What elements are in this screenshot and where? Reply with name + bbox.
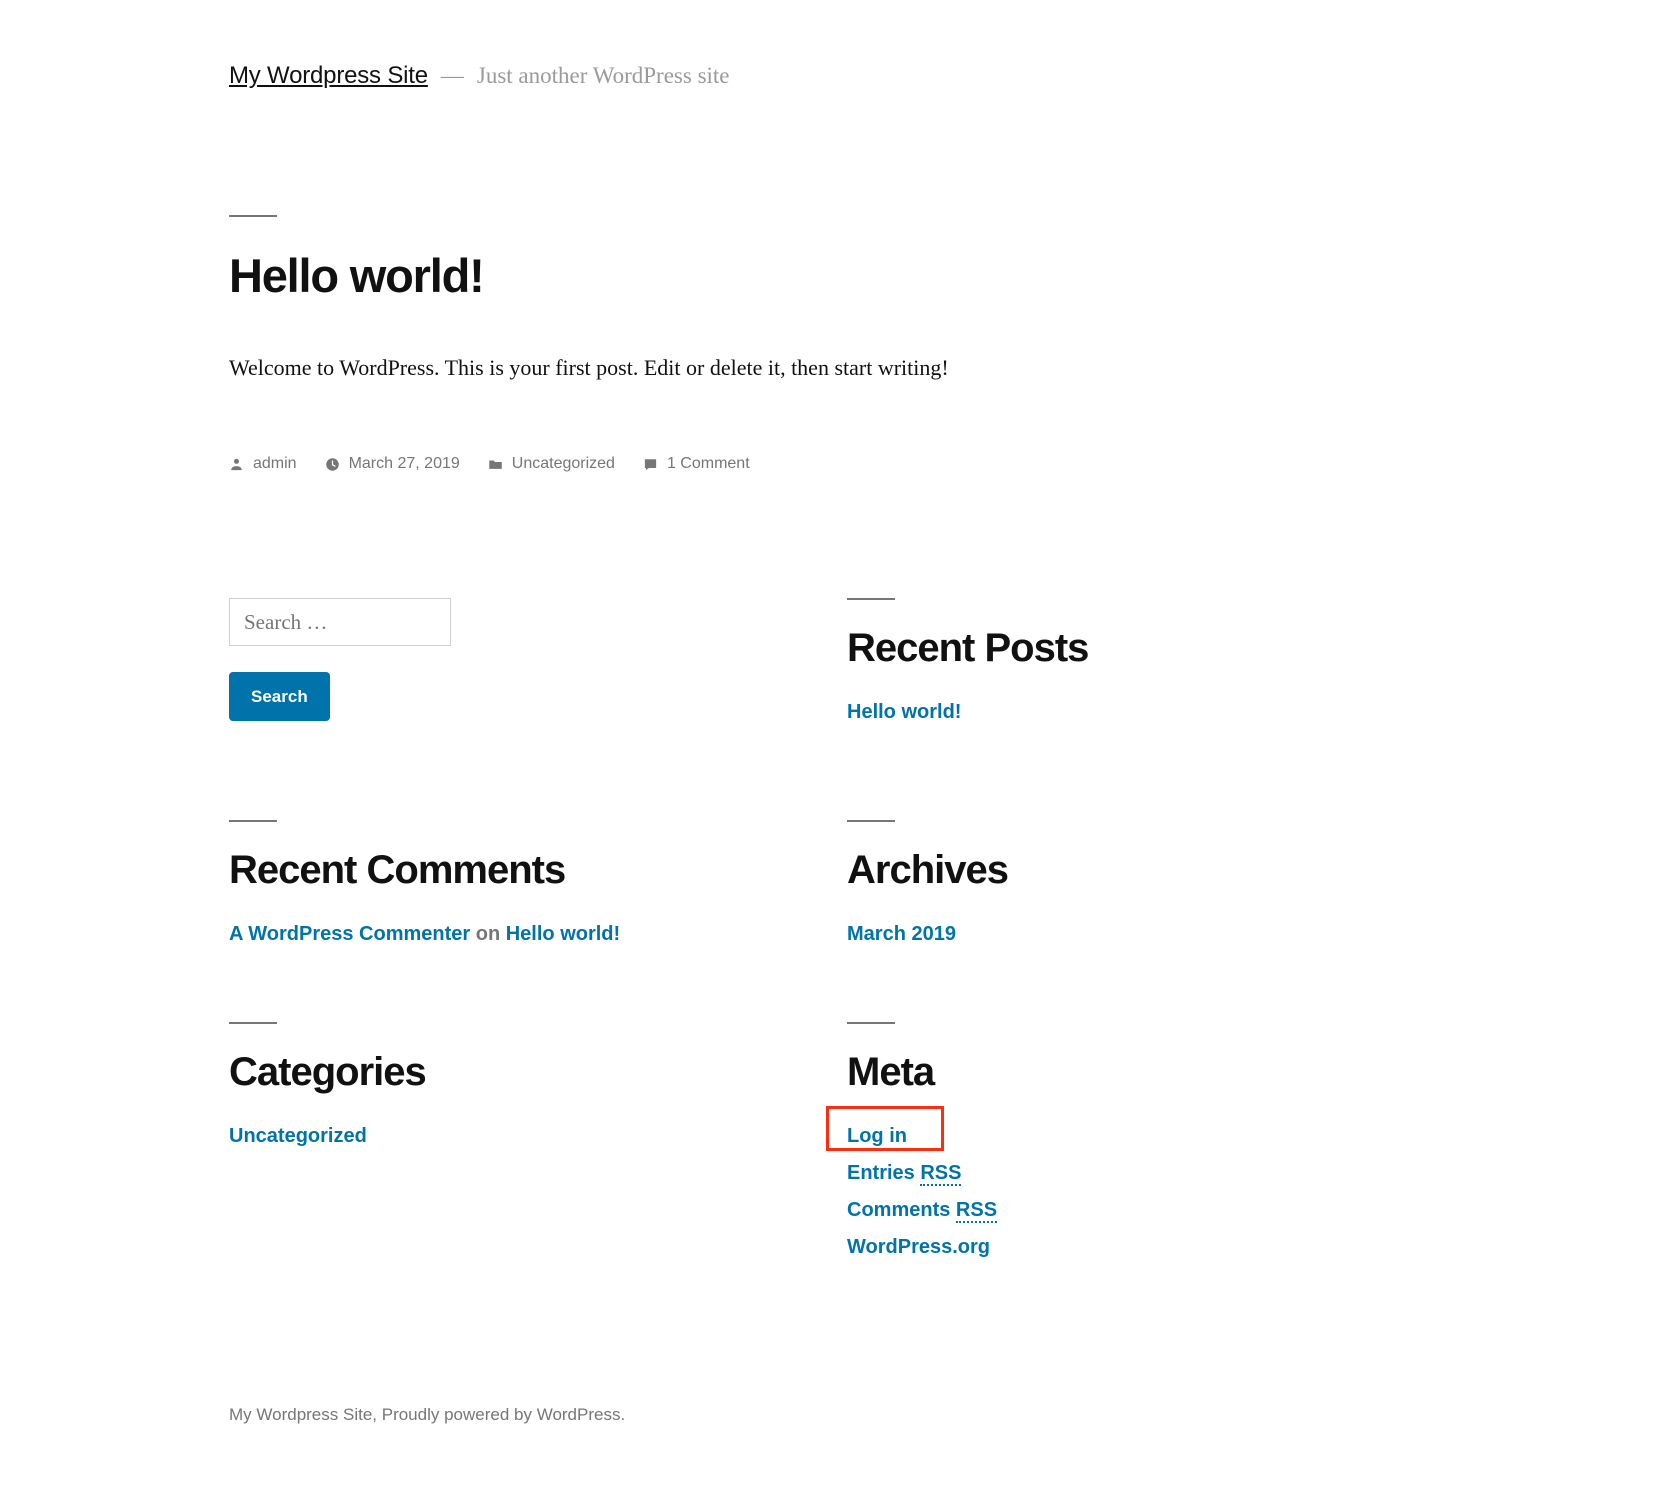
site-tagline: Just another WordPress site [476,63,730,88]
meta-list: Log in Entries RSS Comments RSS WordPres… [826,1106,1407,1266]
meta-category: Uncategorized [488,455,615,473]
search-form: Search [229,598,659,721]
recent-comments-list: A WordPress Commenter on Hello world! [229,916,789,953]
widget-title-meta: Meta [847,1050,935,1094]
page-root: My Wordpress Site — Just another WordPre… [0,0,1680,1489]
comments-rss-prefix: Comments [847,1199,956,1221]
widget-title-recent-posts: Recent Posts [847,626,1089,670]
comment-author-link[interactable]: A WordPress Commenter [229,923,470,945]
widget-rule [229,1022,277,1024]
list-item: Entries RSS [847,1155,1407,1192]
branding-separator: — [440,63,464,88]
meta-comments-link[interactable]: 1 Comment [667,455,750,473]
search-input[interactable] [229,598,451,646]
post-content: Welcome to WordPress. This is your first… [229,354,949,380]
page-title: Hello world! [229,249,485,302]
meta-category-link[interactable]: Uncategorized [512,455,615,473]
list-item: A WordPress Commenter on Hello world! [229,916,789,953]
login-link-wrapper: Log in [826,1106,944,1155]
widget-recent-comments: Recent Comments A WordPress Commenter on… [229,820,789,953]
person-icon [229,457,244,472]
widget-categories: Categories Uncategorized [229,1022,789,1155]
recent-posts-list: Hello world! [847,694,1407,731]
widget-search: Search [229,598,659,721]
meta-author-link[interactable]: admin [253,455,297,473]
widget-rule [229,820,277,822]
list-item: Comments RSS [847,1192,1407,1229]
widget-rule [847,1022,895,1024]
widget-meta: Meta Log in Entries RSS Comments RSS Wor… [826,1022,1407,1266]
archive-link-march-2019[interactable]: March 2019 [847,923,956,945]
meta-date-link[interactable]: March 27, 2019 [349,455,460,473]
list-item: Uncategorized [229,1118,789,1155]
widget-title-recent-comments: Recent Comments [229,848,566,892]
comment-icon [643,457,658,472]
folder-icon [488,457,503,472]
meta-date: March 27, 2019 [325,455,460,473]
meta-comments: 1 Comment [643,455,750,473]
widget-archives: Archives March 2019 [847,820,1407,953]
clock-icon [325,457,340,472]
category-link-uncategorized[interactable]: Uncategorized [229,1125,367,1147]
post-meta: admin March 27, 2019 Uncategorized 1 Com… [229,455,750,473]
comments-rss-link[interactable]: Comments RSS [847,1199,998,1223]
widget-title-archives: Archives [847,848,1009,892]
rss-abbr: RSS [955,1199,998,1223]
entries-rss-link[interactable]: Entries RSS [847,1162,962,1186]
widget-rule [847,598,895,600]
widget-recent-posts: Recent Posts Hello world! [847,598,1407,731]
login-link[interactable]: Log in [847,1125,907,1147]
title-rule [229,215,277,217]
list-item: March 2019 [847,916,1407,953]
list-item: Hello world! [847,694,1407,731]
widget-rule [847,820,895,822]
wordpress-org-link[interactable]: WordPress.org [847,1236,990,1258]
list-item: WordPress.org [847,1229,1407,1266]
comment-post-link[interactable]: Hello world! [506,923,620,945]
search-button[interactable]: Search [229,672,330,721]
list-item: Log in [826,1106,1407,1155]
entries-rss-prefix: Entries [847,1162,921,1184]
comment-connector-text: on [475,923,501,945]
rss-abbr: RSS [920,1162,962,1186]
site-title[interactable]: My Wordpress Site [229,62,428,90]
site-branding: My Wordpress Site — Just another WordPre… [229,62,730,90]
post-article: Hello world! Welcome to WordPress. This … [229,215,1129,406]
archives-list: March 2019 [847,916,1407,953]
site-footer: My Wordpress Site, Proudly powered by Wo… [229,1405,625,1425]
categories-list: Uncategorized [229,1118,789,1155]
widget-title-categories: Categories [229,1050,427,1094]
recent-post-link[interactable]: Hello world! [847,701,961,723]
meta-author: admin [229,455,297,473]
footer-credit: My Wordpress Site, Proudly powered by Wo… [229,1405,626,1424]
